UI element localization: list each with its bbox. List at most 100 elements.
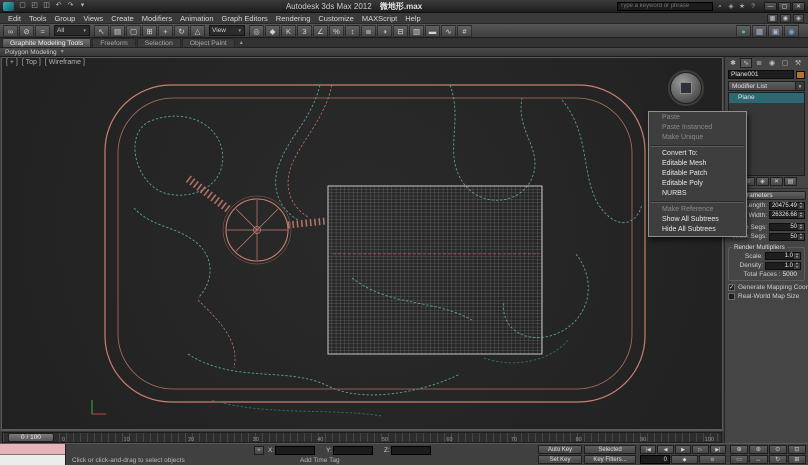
save-file-icon[interactable]: ◫ [41,1,52,11]
menu-item[interactable]: Animation [176,14,217,23]
search-icon[interactable]: ⌕ [715,2,725,11]
plane-object-wireframe[interactable] [327,185,543,355]
menu-item[interactable]: Graph Editors [218,14,272,23]
rendered-frame-icon[interactable]: ▣ [768,24,783,37]
stack-item-plane[interactable]: Plane [729,93,804,103]
coordinate-x-field[interactable] [275,446,316,455]
bind-to-space-warp-icon[interactable]: ≈ [35,24,50,37]
unlink-selection-icon[interactable]: ⊘ [19,24,34,37]
window-crossing-icon[interactable]: ⊞ [142,24,157,37]
context-menu-item[interactable]: Convert To: [649,149,746,159]
favorites-icon[interactable]: ★ [737,2,747,11]
set-key-button[interactable]: Set Key [538,455,582,464]
object-name-field[interactable] [728,70,794,79]
menu-item[interactable]: Group [50,14,79,23]
menu-item[interactable]: Customize [314,14,357,23]
maximize-viewport-icon[interactable]: ⊞ [787,455,806,464]
object-color-swatch[interactable] [796,70,805,79]
length-segs-field[interactable]: 50 ▲ ▼ [769,223,805,231]
select-and-rotate-icon[interactable]: ↻ [174,24,189,37]
context-menu-item[interactable]: NURBS [649,189,746,199]
select-and-link-icon[interactable]: ∞ [3,24,18,37]
menu-item[interactable]: Modifiers [138,14,176,23]
mirror-icon[interactable]: ◑ [377,24,392,37]
viewport-general-menu[interactable]: [ + ] [6,59,18,66]
align-icon[interactable]: ⊟ [393,24,408,37]
remove-modifier-icon[interactable]: ✕ [770,177,783,186]
selected-dropdown[interactable]: Selected [584,445,636,454]
viewport-top[interactable]: [ + ] [ Top ] [ Wireframe ] [1,57,723,430]
communication-center-icon[interactable]: ◈ [726,2,736,11]
scene-explorer-icon[interactable]: ◉ [780,13,791,23]
menu-item[interactable]: Edit [4,14,25,23]
previous-frame-button[interactable]: ◀ [657,445,674,454]
display-tab-icon[interactable]: ▢ [779,58,791,68]
time-slider-handle[interactable]: 0 / 100 [8,433,54,442]
spinner-icon[interactable]: ▲ ▼ [794,252,800,259]
project-folder-icon[interactable]: ▾ [77,1,88,11]
menu-item[interactable]: Rendering [272,14,315,23]
play-button[interactable]: ▶ [674,445,692,454]
menu-item[interactable]: Views [79,14,107,23]
minimize-button[interactable]: — [764,1,777,11]
context-menu-item[interactable]: Make Unique [649,133,746,143]
close-button[interactable]: ✕ [792,1,805,11]
spinner-icon[interactable]: ▲ ▼ [798,201,804,209]
infocenter-search-input[interactable] [617,1,713,11]
render-production-icon[interactable]: ◉ [784,24,799,37]
spinner-snap-icon[interactable]: ↕ [345,24,360,37]
modify-tab-icon[interactable]: ∿ [740,58,752,68]
coordinate-y-field[interactable] [332,446,373,455]
percent-snap-icon[interactable]: % [329,24,344,37]
context-menu-item[interactable]: Show All Subtrees [649,215,746,225]
maxscript-mini-listener[interactable] [0,444,66,465]
context-menu-item[interactable]: Editable Mesh [649,159,746,169]
open-file-icon[interactable]: ◰ [29,1,40,11]
help-icon[interactable]: ? [748,2,758,11]
ribbon-panel-polygon-modeling[interactable]: Polygon Modeling ▼ [0,48,808,57]
next-frame-button[interactable]: ▷ [692,445,709,454]
context-menu-item[interactable] [651,201,744,203]
angle-snap-icon[interactable]: ∠ [313,24,328,37]
spinner-icon[interactable]: ▲ ▼ [798,232,804,240]
info-icon[interactable]: ◈ [793,13,804,23]
render-setup-icon[interactable]: ▦ [752,24,767,37]
tab-freeform[interactable]: Freeform [92,38,136,47]
scale-field[interactable]: 1.0 ▲ ▼ [765,252,801,260]
curve-editor-icon[interactable]: ∿ [441,24,456,37]
utilities-tab-icon[interactable]: ⚒ [792,58,804,68]
go-to-end-button[interactable]: ▶| [709,445,727,454]
keyboard-override-icon[interactable]: K [281,24,296,37]
select-and-scale-icon[interactable]: △ [190,24,205,37]
select-object-icon[interactable]: ↖ [94,24,109,37]
zoom-region-icon[interactable]: ▭ [730,455,749,464]
use-pivot-point-icon[interactable]: ◎ [249,24,264,37]
viewport-pov-menu[interactable]: [ Top ] [22,59,41,66]
selection-filter-dropdown[interactable]: All ▼ [54,25,90,36]
orbit-icon[interactable]: ↻ [768,455,787,464]
width-field[interactable]: 26326.68 ▲ ▼ [769,211,805,219]
make-unique-icon[interactable]: ◈ [756,177,769,186]
hierarchy-tab-icon[interactable]: ≣ [753,58,765,68]
mini-listener-script-row[interactable] [0,455,65,465]
snaps-toggle-icon[interactable]: 3 [297,24,312,37]
context-menu-item[interactable]: Editable Patch [649,169,746,179]
panel-expand-icon[interactable]: ▼ [60,49,65,55]
tab-object-paint[interactable]: Object Paint [181,38,235,47]
viewcube[interactable] [670,72,702,104]
context-menu-item[interactable] [651,145,744,147]
configure-modifier-sets-icon[interactable]: ▤ [784,177,797,186]
viewcube-top-face[interactable] [680,82,692,94]
zoom-extents-icon[interactable]: ⊙ [768,445,787,454]
context-menu-item[interactable]: Make Reference [649,205,746,215]
spinner-icon[interactable]: ▲ ▼ [798,223,804,230]
viewport-shading-menu[interactable]: [ Wireframe ] [45,59,85,66]
motion-tab-icon[interactable]: ◉ [766,58,778,68]
checkbox-icon[interactable]: ✓ [728,283,735,291]
reference-coordinate-dropdown[interactable]: View ▼ [209,25,245,36]
pan-icon[interactable]: ↔ [749,455,768,464]
tab-graphite-modeling-tools[interactable]: Graphite Modeling Tools [2,38,92,47]
context-menu-item[interactable]: Paste Instanced [649,123,746,133]
named-selection-sets-icon[interactable]: ≣ [361,24,376,37]
coordinate-z-field[interactable] [390,446,431,455]
